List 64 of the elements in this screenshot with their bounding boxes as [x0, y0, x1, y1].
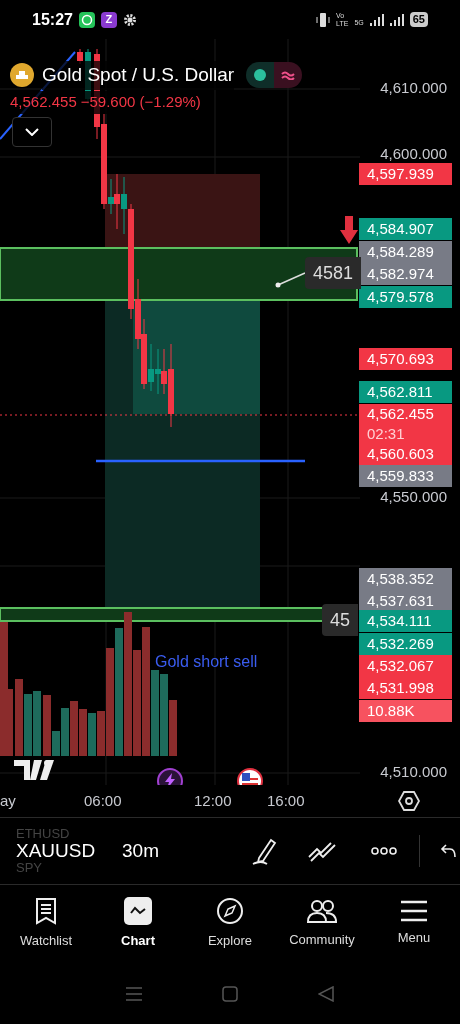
time-axis-label: 16:00: [267, 790, 305, 811]
connector-line: [275, 272, 306, 288]
nav-tab[interactable]: Menu: [374, 900, 454, 948]
interval-button[interactable]: 30m: [122, 836, 159, 866]
price-tag: 4,597.939: [359, 163, 452, 186]
price-tag: 4,570.693: [359, 348, 452, 371]
document-icon: [35, 897, 57, 926]
people-icon: [307, 898, 337, 925]
price-label: 4581: [305, 257, 362, 290]
arrow-down-icon: [340, 216, 358, 245]
price-change: −59.600 (−1.29%): [80, 91, 201, 114]
more-icon[interactable]: [371, 846, 397, 855]
price-axis-label: 4,510.000: [380, 763, 447, 782]
home-icon[interactable]: [222, 985, 238, 1002]
price-tag: 4,531.998: [359, 677, 452, 700]
undo-icon[interactable]: [440, 842, 456, 859]
clock: 15:27: [32, 9, 73, 30]
price-tag: 4,579.578: [359, 286, 452, 309]
menu-icon: [401, 900, 427, 923]
settings-icon: [122, 12, 137, 27]
signal-icon: [389, 12, 404, 27]
price-tag: 4,582.974: [359, 263, 452, 286]
app-badge: Z: [100, 11, 117, 28]
price-axis-label: 4,550.000: [380, 488, 447, 507]
price-tag: 4,562.455 02:31: [359, 404, 452, 445]
battery-indicator: 65: [409, 12, 428, 28]
nav-tab[interactable]: Community: [282, 898, 362, 950]
vibrate-icon: [316, 11, 331, 28]
price-tag: 4,562.811: [359, 381, 452, 404]
price-axis-label: 4,610.000: [380, 79, 447, 98]
status-toggle[interactable]: [246, 62, 303, 89]
last-price: 4,562.455: [10, 91, 77, 114]
chat-app-icon: [78, 11, 95, 28]
nav-tab[interactable]: Watchlist: [6, 897, 86, 951]
price-tag: 4,584.289: [359, 241, 452, 264]
back-icon[interactable]: [318, 985, 334, 1002]
settings-icon[interactable]: [398, 790, 420, 811]
signal-icon: [369, 12, 384, 27]
chevron-down-icon: [25, 128, 39, 137]
price-tag: 4,532.067: [359, 655, 452, 678]
price-tag: 4,584.907: [359, 218, 452, 241]
price-tag: 4,559.833: [359, 465, 452, 488]
price-tag: 4,537.631: [359, 590, 452, 613]
nav-tab[interactable]: Explore: [190, 897, 270, 951]
ingot-icon: [10, 63, 34, 88]
chart-annotation: Gold short sell: [155, 652, 258, 673]
price-tag: 4,538.352: [359, 568, 452, 591]
symbol-title: Gold Spot / U.S. Dollar: [42, 61, 235, 90]
price-tag: 4,560.603: [359, 443, 452, 466]
compass-icon: [216, 897, 244, 926]
wave-icon: [281, 70, 296, 81]
nav-tab[interactable]: Chart: [98, 897, 178, 951]
market-open-icon: [254, 69, 267, 82]
price-tag: 4,532.269: [359, 633, 452, 656]
price-tag: 4,534.111: [359, 610, 452, 633]
logo-icon: [14, 760, 54, 781]
price-tag: 10.88K: [359, 700, 452, 723]
price-label: 45: [322, 604, 359, 637]
price-axis-label: 4,600.000: [380, 145, 447, 164]
dropdown-button[interactable]: [12, 117, 52, 148]
time-axis-label: 12:00: [194, 790, 232, 811]
time-axis-label: ay: [0, 790, 16, 811]
time-axis-label: 06:00: [84, 790, 122, 811]
symbol-option[interactable]: XAUUSD: [16, 839, 106, 862]
